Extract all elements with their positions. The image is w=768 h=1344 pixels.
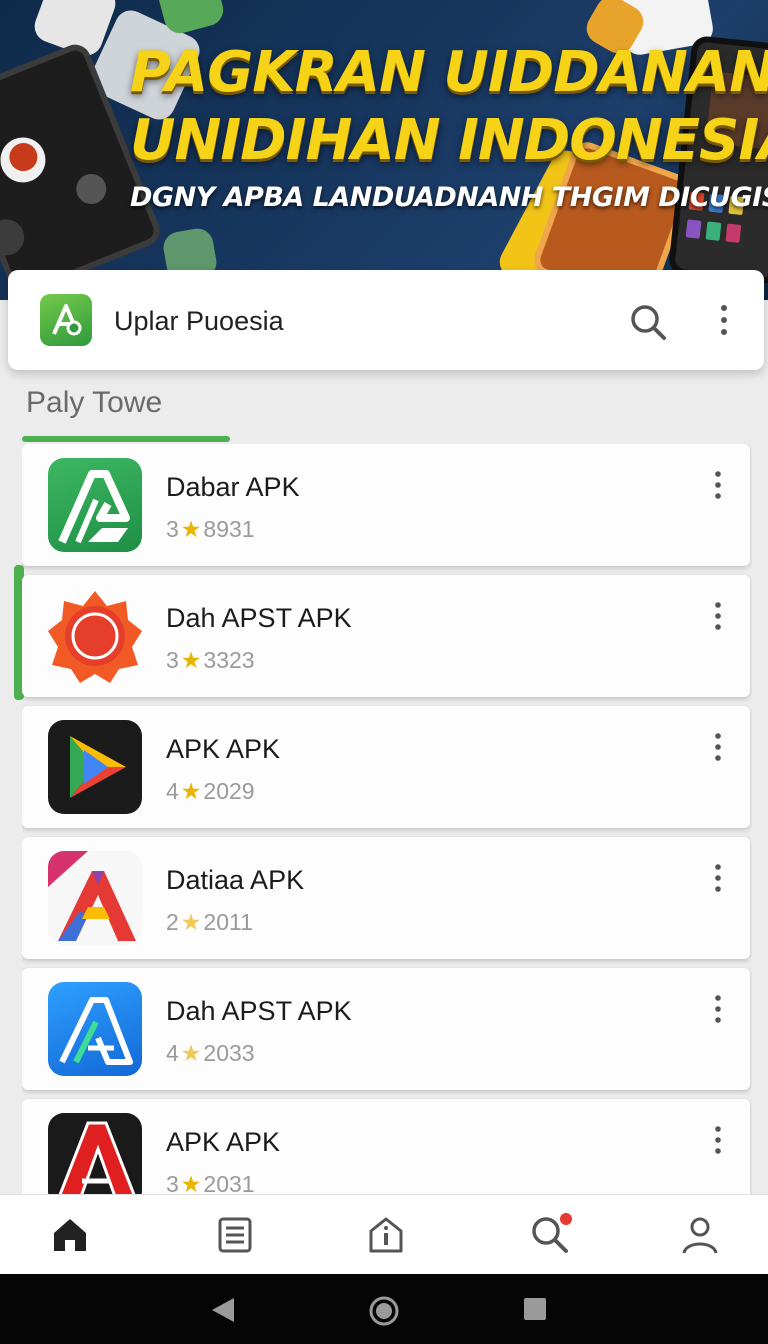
app-name: Dah APST APK (166, 996, 352, 1026)
more-vert-icon[interactable] (708, 861, 728, 895)
star-icon: ★ (180, 778, 202, 804)
banner-subtitle: DGNY APBA LANDUADNANH THGIM DICUGIS. (130, 182, 768, 213)
app-rating: 3★8931 (166, 516, 255, 543)
more-vert-icon[interactable] (708, 992, 728, 1026)
more-vert-icon[interactable] (708, 730, 728, 764)
app-name: APK APK (166, 734, 281, 764)
rating-value: 3 (166, 647, 179, 673)
more-vert-icon[interactable] (710, 300, 738, 340)
red-sun-app-icon (48, 589, 142, 683)
rating-value: 4 (166, 1040, 179, 1066)
play-triangle-app-icon (48, 720, 142, 814)
star-icon: ★ (180, 1171, 202, 1194)
green-a-app-icon (48, 458, 142, 552)
more-vert-icon[interactable] (708, 599, 728, 633)
notification-badge (560, 1213, 572, 1225)
app-list-item[interactable]: Dabar APK 3★8931 (22, 444, 750, 566)
system-navigation-bar (0, 1274, 768, 1344)
star-icon: ★ (180, 909, 202, 935)
download-count: 2029 (203, 778, 255, 804)
download-count: 3323 (203, 647, 255, 673)
more-vert-icon[interactable] (708, 468, 728, 502)
app-title: Uplar Puoesia (114, 306, 284, 336)
section-title: Paly Towe (26, 386, 163, 419)
more-vert-icon[interactable] (708, 1123, 728, 1157)
app-list-item[interactable]: Dah APST APK 3★3323 (22, 575, 750, 697)
apk-a-logo-icon[interactable] (40, 294, 92, 346)
promo-banner[interactable]: PAGKRAN UIDDANAN UNIDIHAN INDONESIA DGNY… (0, 0, 768, 300)
home-circle-icon[interactable] (369, 1296, 399, 1326)
banner-title: PAGKRAN UIDDANAN (130, 40, 768, 105)
star-icon: ★ (180, 516, 202, 542)
app-list[interactable]: Dabar APK 3★8931 Dah APST APK 3★3323 APK… (22, 444, 752, 1194)
app-rating: 4★2029 (166, 778, 255, 805)
app-rating: 4★2033 (166, 1040, 255, 1067)
download-count: 2033 (203, 1040, 255, 1066)
app-list-item[interactable]: APK APK 4★2029 (22, 706, 750, 828)
blue-a-app-icon (48, 982, 142, 1076)
app-name: APK APK (166, 1127, 281, 1157)
download-count: 8931 (203, 516, 255, 542)
search-notification-icon[interactable] (528, 1213, 572, 1257)
rating-value: 2 (166, 909, 179, 935)
app-list-item[interactable]: Dah APST APK 4★2033 (22, 968, 750, 1090)
colorful-a-app-icon (48, 851, 142, 945)
app-name: Dabar APK (166, 472, 300, 502)
list-icon[interactable] (213, 1213, 257, 1257)
app-name: Datiaa APK (166, 865, 305, 895)
banner-title: UNIDIHAN INDONESIA (130, 108, 768, 173)
app-list-item[interactable]: APK APK 3★2031 (22, 1099, 750, 1194)
search-icon[interactable] (628, 302, 668, 342)
bottom-navigation (0, 1194, 768, 1274)
star-icon: ★ (180, 647, 202, 673)
app-list-item[interactable]: Datiaa APK 2★2011 (22, 837, 750, 959)
rating-value: 3 (166, 516, 179, 542)
red-a-app-icon (48, 1113, 142, 1194)
profile-icon[interactable] (678, 1213, 722, 1257)
rating-value: 3 (166, 1171, 179, 1194)
home-icon[interactable] (48, 1213, 92, 1257)
download-count: 2011 (203, 909, 253, 935)
app-rating: 2★2011 (166, 909, 253, 936)
info-house-icon[interactable] (364, 1213, 408, 1257)
app-name: Dah APST APK (166, 603, 352, 633)
back-icon[interactable] (210, 1296, 238, 1324)
section-tab-indicator (22, 436, 230, 442)
app-rating: 3★3323 (166, 647, 255, 674)
app-bar: Uplar Puoesia (8, 270, 764, 370)
rating-value: 4 (166, 778, 179, 804)
star-icon: ★ (180, 1040, 202, 1066)
recents-icon[interactable] (522, 1296, 550, 1324)
app-rating: 3★2031 (166, 1171, 255, 1194)
download-count: 2031 (203, 1171, 255, 1194)
